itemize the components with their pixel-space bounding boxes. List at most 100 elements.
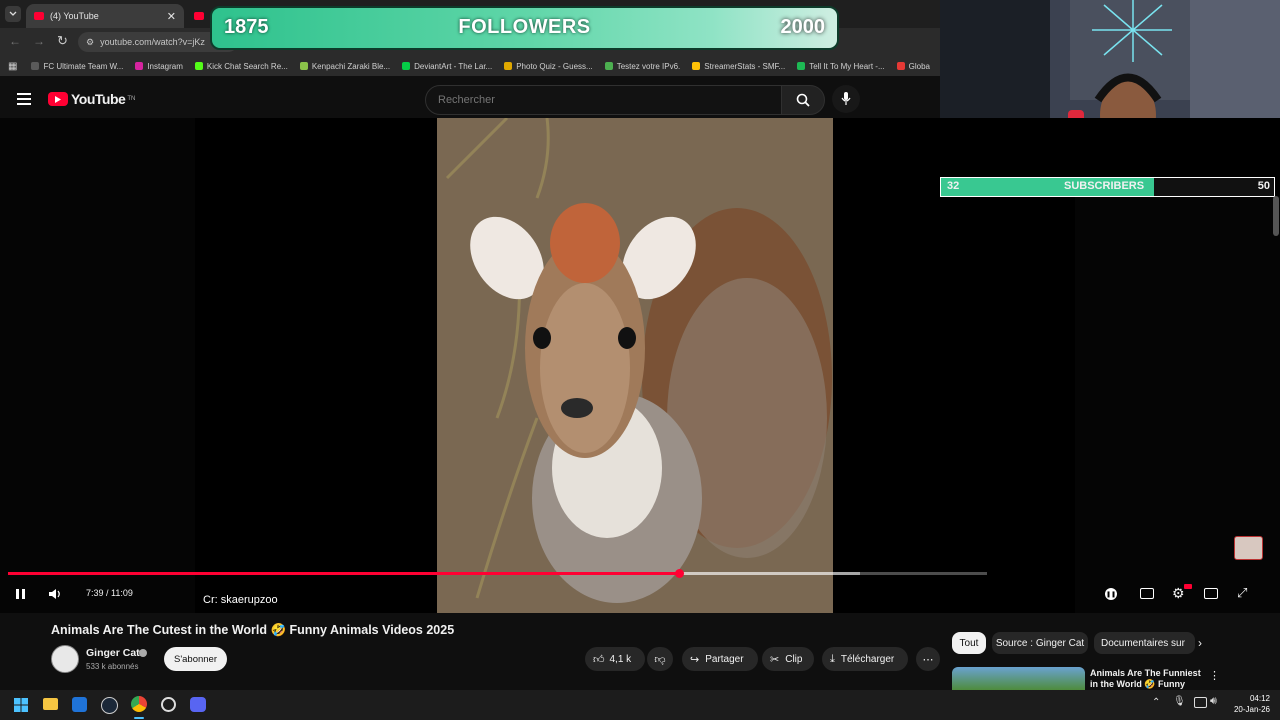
bookmark-label: FC Ultimate Team W... bbox=[43, 61, 124, 71]
back-icon[interactable]: ← bbox=[9, 34, 21, 48]
share-label: Partager bbox=[705, 653, 744, 665]
subtitles-icon[interactable] bbox=[1140, 588, 1154, 599]
tray-chevron-up-icon[interactable]: ⌃ bbox=[1152, 697, 1160, 708]
site-info-icon[interactable]: ⚙ bbox=[86, 37, 94, 48]
more-actions-button[interactable]: ⋯ bbox=[916, 647, 940, 671]
bookmark-favicon-icon bbox=[604, 62, 613, 70]
clip-button[interactable]: ✂ Clip bbox=[762, 647, 814, 671]
bookmark-item[interactable]: FC Ultimate Team W... bbox=[31, 62, 123, 71]
speaker-icon[interactable]: 🔊︎ bbox=[1210, 695, 1217, 708]
search-icon bbox=[796, 93, 810, 107]
windows-start-icon[interactable] bbox=[14, 698, 28, 717]
bookmark-item[interactable]: Instagram bbox=[135, 62, 183, 71]
clock-time[interactable]: 04:12 bbox=[1232, 694, 1270, 703]
subscribers-goal-overlay: 32 SUBSCRIBERS 50 bbox=[940, 177, 1275, 197]
youtube-favicon-icon bbox=[194, 12, 204, 20]
bookmark-item[interactable]: Kenpachi Zaraki Ble... bbox=[299, 61, 391, 71]
network-icon[interactable] bbox=[1194, 697, 1207, 708]
tab-list-button[interactable] bbox=[5, 6, 21, 22]
discord-icon[interactable] bbox=[190, 697, 206, 712]
microphone-tray-icon[interactable]: 🎙︎ bbox=[1173, 696, 1186, 707]
channel-name[interactable]: Ginger Cat bbox=[86, 647, 140, 659]
bookmark-favicon-icon bbox=[504, 62, 513, 70]
video-side-panel bbox=[0, 118, 195, 613]
share-icon: ↪ bbox=[690, 653, 700, 666]
pause-icon[interactable] bbox=[15, 588, 27, 602]
youtube-logo[interactable]: YouTube TN bbox=[48, 91, 135, 107]
download-button[interactable]: ⤓ Télécharger bbox=[822, 647, 908, 671]
chrome-icon[interactable] bbox=[131, 696, 147, 712]
outlook-icon[interactable] bbox=[72, 697, 87, 712]
autoplay-toggle-icon[interactable]: ❚❚ bbox=[1105, 588, 1117, 600]
verified-badge-icon bbox=[139, 649, 147, 657]
chip-all[interactable]: Tout bbox=[952, 632, 986, 654]
bookmark-item[interactable]: DeviantArt - The Lar... bbox=[402, 62, 492, 71]
forward-icon[interactable]: → bbox=[33, 34, 45, 48]
like-button[interactable]: 👍︎ 4,1 k bbox=[585, 647, 645, 671]
obs-icon[interactable] bbox=[161, 697, 176, 712]
bookmark-label: Testez votre IPv6. bbox=[616, 61, 681, 71]
voice-search-button[interactable] bbox=[832, 85, 860, 113]
clock-date[interactable]: 20-Jan-26 bbox=[1224, 705, 1270, 714]
scrollbar[interactable] bbox=[1273, 196, 1279, 236]
apps-grid-icon[interactable]: ▦ bbox=[8, 61, 17, 72]
volume-icon[interactable] bbox=[48, 588, 62, 602]
reload-icon[interactable]: ↻ bbox=[57, 33, 68, 49]
hd-badge bbox=[1184, 584, 1192, 589]
bookmark-favicon-icon bbox=[194, 62, 203, 70]
search-box bbox=[425, 85, 783, 115]
bookmark-list: FC Ultimate Team W... Instagram Kick Chat … bbox=[31, 62, 942, 71]
bookmark-label: Kick Chat Search Re... bbox=[206, 61, 288, 71]
subscribe-watermark-icon[interactable] bbox=[1234, 536, 1263, 560]
time-display: 7:39 / 11:09 bbox=[86, 588, 133, 598]
bookmark-favicon-icon bbox=[896, 62, 905, 70]
bookmarks-bar: ▦ FC Ultimate Team W... Instagram Kick Cha… bbox=[0, 56, 940, 76]
suggestion-thumbnail[interactable] bbox=[952, 667, 1085, 690]
bookmark-favicon-icon bbox=[402, 62, 411, 70]
suggestion-title[interactable]: Animals Are The Funniest in the World 🤣 … bbox=[1090, 668, 1205, 690]
bookmark-item[interactable]: Tell It To My Heart -... bbox=[797, 62, 885, 71]
miniplayer-icon[interactable] bbox=[1204, 588, 1218, 599]
youtube-header: YouTube TN bbox=[0, 80, 940, 118]
settings-gear-icon[interactable]: ⚙ bbox=[1172, 585, 1185, 602]
chips-next-chevron-icon[interactable]: › bbox=[1198, 636, 1202, 650]
windows-taskbar: ⌃ 🎙︎ 🔊︎ 04:12 20-Jan-26 bbox=[0, 690, 1280, 720]
bookmark-label: Kenpachi Zaraki Ble... bbox=[311, 61, 391, 71]
video-title: Animals Are The Cutest in the World 🤣 Fu… bbox=[51, 623, 455, 637]
search-button[interactable] bbox=[781, 85, 825, 115]
bookmark-item[interactable]: Globa bbox=[896, 62, 930, 71]
subscriber-count: 533 k abonnés bbox=[86, 662, 139, 671]
progress-bar-played bbox=[8, 572, 680, 575]
video-frame-deer-image bbox=[437, 118, 833, 613]
microphone-icon bbox=[841, 92, 851, 105]
like-count: 4,1 k bbox=[609, 653, 632, 665]
chevron-down-icon bbox=[9, 11, 17, 16]
bookmark-item[interactable]: Photo Quiz - Guess... bbox=[504, 62, 593, 71]
bookmark-item[interactable]: StreamerStats - SMF... bbox=[692, 62, 785, 71]
subscribe-button[interactable]: S'abonner bbox=[164, 647, 227, 671]
bookmark-item[interactable]: Kick Chat Search Re... bbox=[194, 61, 288, 71]
thumbs-down-icon: 👎︎ bbox=[654, 653, 666, 666]
bookmark-favicon-icon bbox=[797, 62, 806, 70]
suggestion-menu-icon[interactable]: ⋮ bbox=[1209, 669, 1220, 682]
channel-avatar[interactable] bbox=[51, 645, 79, 673]
youtube-logo-text: YouTube bbox=[71, 91, 126, 107]
close-tab-icon[interactable]: ✕ bbox=[167, 10, 176, 23]
share-button[interactable]: ↪ Partager bbox=[682, 647, 758, 671]
bookmark-item[interactable]: Testez votre IPv6. bbox=[604, 61, 681, 71]
steam-icon[interactable] bbox=[101, 697, 118, 714]
url-text: youtube.com/watch?v=jKz bbox=[100, 37, 205, 47]
youtube-logo-icon bbox=[48, 92, 68, 106]
browser-tab-youtube[interactable]: (4) YouTube ✕ bbox=[26, 4, 184, 28]
thumbs-up-icon: 👍︎ bbox=[593, 653, 605, 666]
menu-icon[interactable] bbox=[17, 93, 31, 105]
bookmark-favicon-icon bbox=[299, 62, 308, 70]
youtube-favicon-icon bbox=[34, 12, 44, 20]
download-icon: ⤓ bbox=[830, 652, 835, 665]
search-input[interactable] bbox=[436, 86, 770, 114]
fullscreen-icon[interactable]: ⤢ bbox=[1237, 585, 1247, 601]
file-explorer-icon[interactable] bbox=[43, 698, 58, 710]
dislike-button[interactable]: 👎︎ bbox=[647, 647, 673, 671]
chip-documentaries[interactable]: Documentaires sur bbox=[1094, 632, 1195, 654]
chip-source[interactable]: Source : Ginger Cat bbox=[992, 632, 1088, 654]
